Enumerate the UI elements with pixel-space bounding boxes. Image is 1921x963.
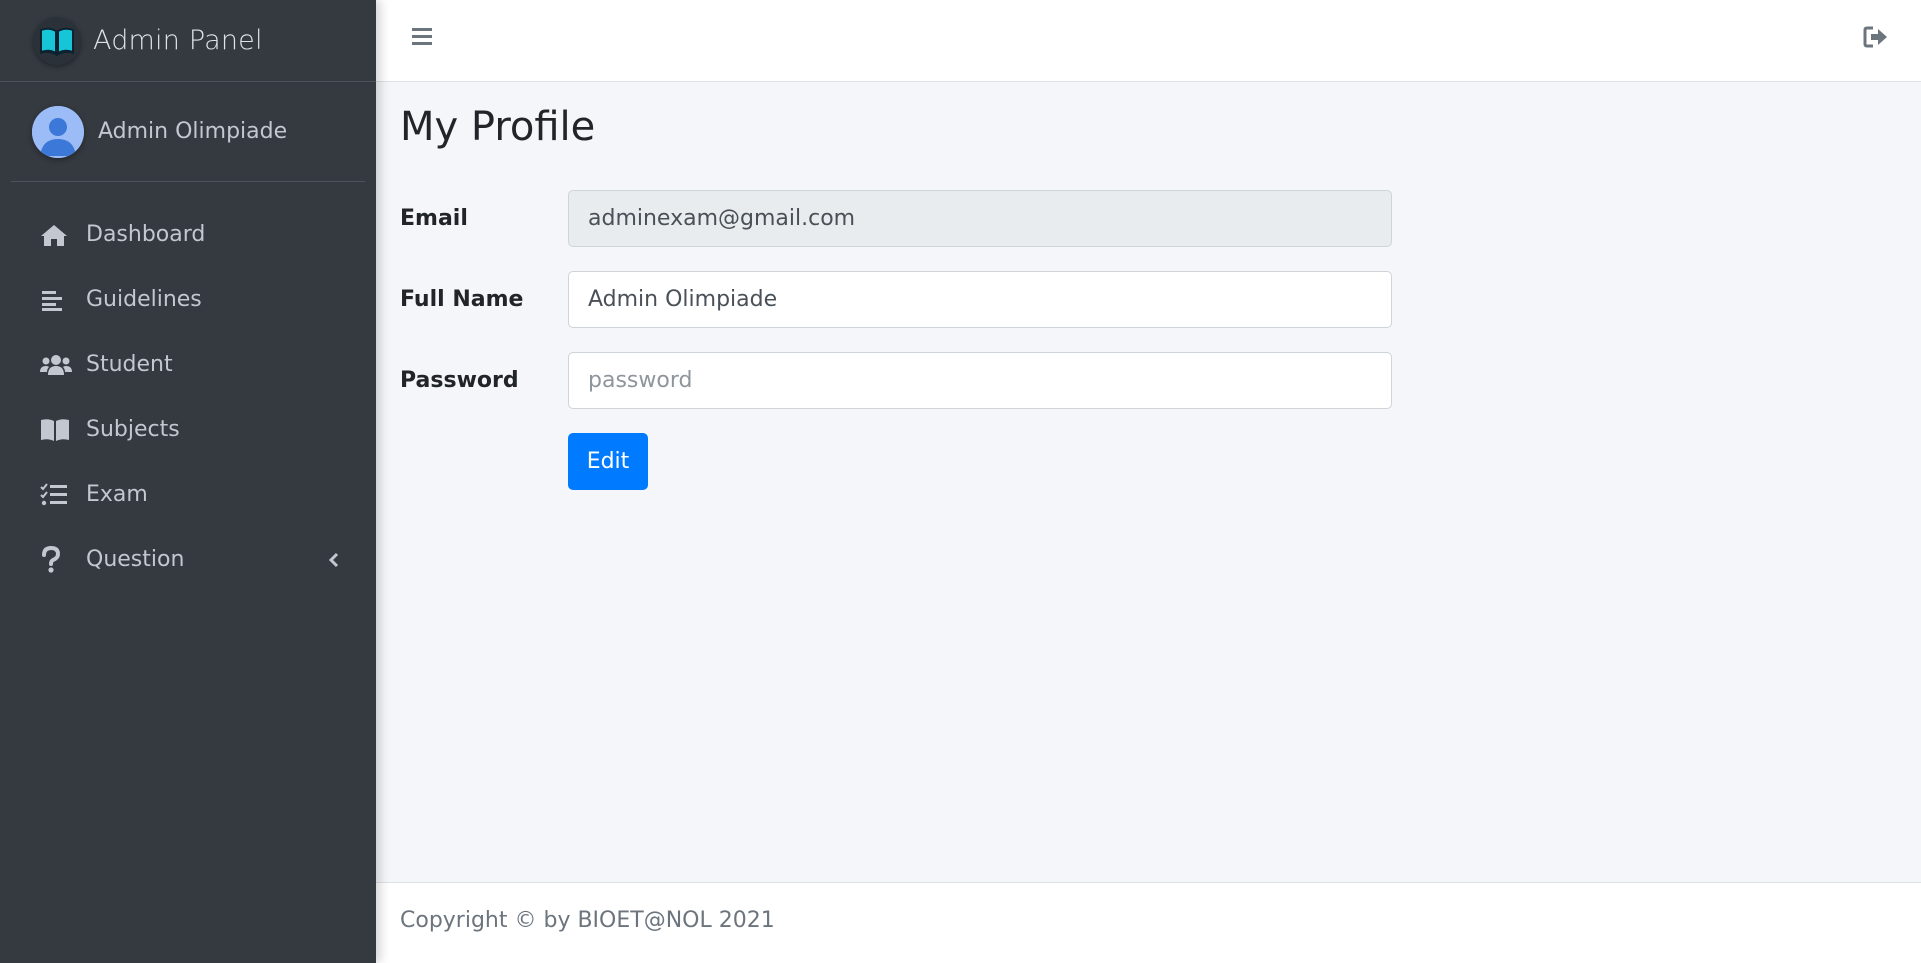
sidebar-nav: Dashboard Guidelines Student Subjects Ex…	[0, 182, 376, 592]
password-field[interactable]	[568, 352, 1392, 409]
sidebar-item-dashboard[interactable]: Dashboard	[0, 202, 376, 267]
sidebar-item-exam[interactable]: Exam	[0, 462, 376, 527]
sidebar-item-label: Guidelines	[86, 287, 202, 312]
chevron-left-icon[interactable]	[324, 550, 344, 570]
full-name-field[interactable]	[568, 271, 1392, 328]
copyright-text: Copyright © by BIOET@NOL 2021	[400, 907, 775, 933]
sidebar-item-student[interactable]: Student	[0, 332, 376, 397]
password-row: Password	[400, 352, 1392, 409]
bars-icon[interactable]	[410, 24, 436, 50]
brand-link[interactable]: Admin Panel	[0, 0, 376, 82]
sidebar-item-label: Question	[86, 547, 185, 572]
user-avatar	[32, 105, 84, 158]
sidebar-item-label: Dashboard	[86, 222, 206, 247]
page-title: My Profile	[400, 104, 596, 150]
home-icon	[40, 220, 74, 250]
user-name: Admin Olimpiade	[98, 119, 288, 144]
book-open-icon	[33, 16, 81, 65]
password-label: Password	[400, 368, 519, 393]
sidebar-item-label: Subjects	[86, 417, 180, 442]
sidebar-item-question[interactable]: Question	[0, 527, 376, 592]
tasks-icon	[40, 480, 74, 510]
sidebar-item-label: Student	[86, 352, 173, 377]
align-left-icon	[40, 285, 74, 315]
email-label: Email	[400, 206, 468, 231]
email-row: Email	[400, 190, 1392, 247]
top-navbar	[376, 0, 1921, 82]
edit-button[interactable]: Edit	[568, 433, 648, 490]
content-wrapper: My Profile Email Full Name Password Edit	[376, 82, 1921, 882]
brand-text: Admin Panel	[93, 25, 263, 56]
sidebar-item-label: Exam	[86, 482, 148, 507]
book-icon	[40, 415, 74, 445]
main-footer: Copyright © by BIOET@NOL 2021	[376, 882, 1921, 963]
sign-out-icon[interactable]	[1863, 25, 1889, 49]
sidebar-item-subjects[interactable]: Subjects	[0, 397, 376, 462]
main-sidebar: Admin Panel Admin Olimpiade Dashboard Gu…	[0, 0, 376, 963]
question-icon	[40, 545, 74, 575]
user-panel[interactable]: Admin Olimpiade	[11, 82, 365, 182]
full-name-row: Full Name	[400, 271, 1392, 328]
sidebar-item-guidelines[interactable]: Guidelines	[0, 267, 376, 332]
full-name-label: Full Name	[400, 287, 524, 312]
users-icon	[40, 350, 74, 380]
email-field[interactable]	[568, 190, 1392, 247]
